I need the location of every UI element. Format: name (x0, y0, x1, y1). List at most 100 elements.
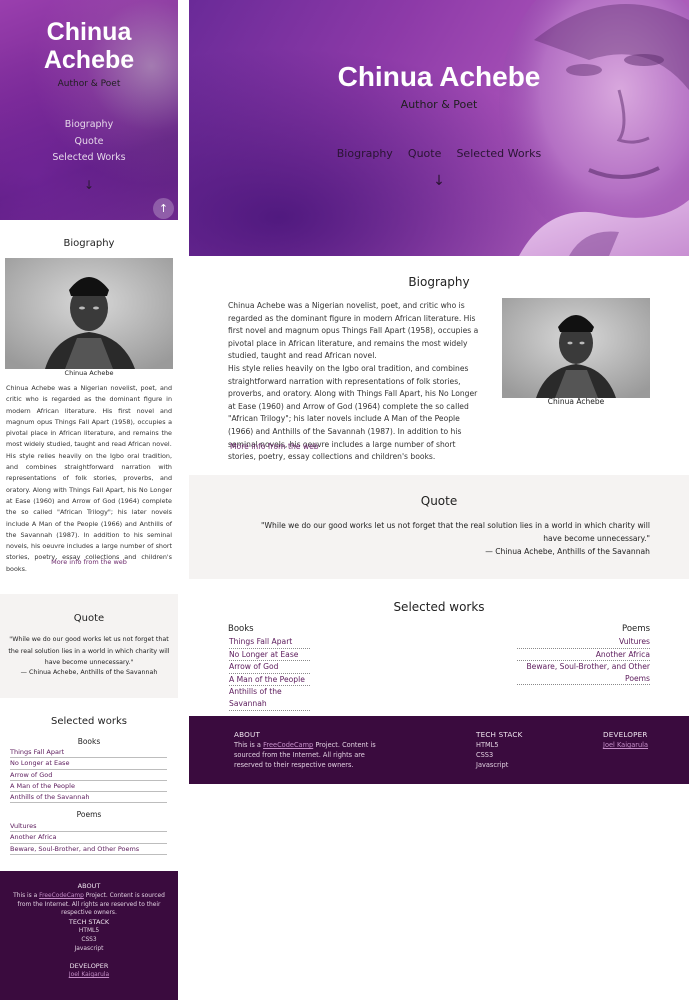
list-item: Vultures (10, 821, 167, 833)
tech-js: Javascript (476, 761, 509, 769)
mobile-poem-link[interactable]: Another Africa (10, 832, 167, 844)
mobile-poems-heading: Poems (76, 810, 102, 819)
mobile-books-list: Things Fall Apart No Longer at Ease Arro… (10, 747, 167, 804)
back-to-top-icon[interactable]: ↑ (153, 198, 174, 219)
site-subtitle: Author & Poet (400, 98, 478, 111)
mobile-site-title: Chinua Achebe (43, 18, 135, 74)
list-item: A Man of the People (10, 781, 167, 793)
footer-about-text: This is a FreeCodeCamp Project. Content … (234, 740, 394, 770)
mobile-poem-link[interactable]: Beware, Soul-Brother, and Other Poems (10, 844, 167, 855)
mobile-footer-tech-heading: TECH STACK (68, 918, 110, 926)
desktop-preview: Chinua Achebe Author & Poet Biography Qu… (189, 0, 689, 1000)
mobile-book-link[interactable]: No Longer at Ease (10, 758, 167, 770)
portrait-photo (502, 298, 650, 398)
book-link[interactable]: No Longer at Ease (229, 649, 310, 662)
hero-portrait-illustration (499, 0, 689, 256)
list-item: No Longer at Ease (229, 649, 310, 662)
nav-selected-works[interactable]: Selected Works (456, 147, 541, 160)
book-link[interactable]: Things Fall Apart (229, 636, 310, 649)
book-link[interactable]: Anthills of the Savannah (229, 686, 310, 711)
nav-biography[interactable]: Biography (337, 147, 393, 160)
photo-caption: Chinua Achebe (547, 397, 605, 406)
footer-about-heading: ABOUT (234, 730, 261, 739)
mobile-footer: ABOUT This is a FreeCodeCamp Project. Co… (0, 871, 178, 1000)
mobile-nav-selected-works[interactable]: Selected Works (0, 150, 178, 167)
more-info-link[interactable]: More info from the web (230, 442, 319, 451)
mobile-developer-link[interactable]: Joel Kaigarula (69, 972, 109, 978)
list-item: Another Africa (10, 832, 167, 844)
poem-link[interactable]: Another Africa (517, 649, 650, 662)
footer-about-prefix: This is a (13, 893, 40, 899)
mobile-quote-text: "While we do our good works let us not f… (8, 636, 170, 666)
mobile-photo-caption: Chinua Achebe (64, 369, 114, 377)
mobile-nav-quote[interactable]: Quote (0, 134, 178, 151)
book-link[interactable]: Arrow of God (229, 661, 310, 674)
mobile-tech-html: HTML5 (78, 928, 100, 934)
list-item: Anthills of the Savannah (229, 686, 310, 711)
mobile-book-link[interactable]: A Man of the People (10, 781, 167, 793)
mobile-bio-paragraph-1: Chinua Achebe was a Nigerian novelist, p… (6, 384, 172, 449)
quote-title: Quote (420, 494, 458, 508)
footer-dev: Joel Kaigarula (603, 740, 648, 750)
list-item: Anthills of the Savannah (10, 792, 167, 804)
mobile-tech-css: CSS3 (81, 937, 97, 943)
developer-link[interactable]: Joel Kaigarula (603, 741, 648, 749)
mobile-hero: Chinua Achebe Author & Poet Biography Qu… (0, 0, 178, 220)
list-item: Vultures (517, 636, 650, 649)
list-item: Arrow of God (229, 661, 310, 674)
mobile-poem-link[interactable]: Vultures (10, 821, 167, 833)
hero-section: Chinua Achebe Author & Poet Biography Qu… (189, 0, 689, 256)
books-heading: Books (228, 624, 254, 634)
list-item: No Longer at Ease (10, 758, 167, 770)
bio-paragraph-1: Chinua Achebe was a Nigerian novelist, p… (228, 301, 479, 361)
mobile-footer-dev: Joel Kaigarula (6, 971, 172, 980)
mobile-nav: Biography Quote Selected Works (0, 117, 178, 167)
mobile-down-arrow-icon[interactable]: ↓ (0, 178, 178, 192)
nav-quote[interactable]: Quote (408, 147, 441, 160)
quote-cite: — Chinua Achebe, Anthills of the Savanna… (485, 547, 650, 556)
main-nav: Biography Quote Selected Works (189, 142, 689, 161)
site-title: Chinua Achebe (337, 61, 541, 92)
mobile-quote-title: Quote (73, 613, 105, 624)
freecodecamp-link[interactable]: FreeCodeCamp (263, 741, 313, 749)
list-item: Beware, Soul-Brother, and Other Poems (517, 661, 650, 686)
quote-section: Quote "While we do our good works let us… (189, 475, 689, 579)
mobile-footer-about-heading: ABOUT (77, 882, 101, 890)
mobile-portrait-photo (5, 258, 173, 369)
mobile-book-link[interactable]: Arrow of God (10, 770, 167, 781)
footer-dev-heading: DEVELOPER (603, 730, 648, 739)
mobile-book-link[interactable]: Anthills of the Savannah (10, 792, 167, 804)
scroll-down-arrow-icon[interactable]: ↓ (189, 173, 689, 189)
list-item: Arrow of God (10, 770, 167, 781)
quote-text: "While we do our good works let us not f… (261, 521, 650, 543)
biography-text: Chinua Achebe was a Nigerian novelist, p… (228, 300, 484, 464)
mobile-biography-title: Biography (63, 238, 115, 249)
tech-html: HTML5 (476, 741, 499, 749)
list-item: Things Fall Apart (10, 747, 167, 759)
book-link[interactable]: A Man of the People (229, 674, 310, 687)
footer-about-prefix: This is a (234, 741, 264, 749)
footer-tech-heading: TECH STACK (476, 730, 523, 739)
mobile-tech-js: Javascript (74, 946, 104, 952)
mobile-works-title: Selected works (51, 716, 127, 727)
poem-link[interactable]: Vultures (517, 636, 650, 649)
mobile-poems-list: Vultures Another Africa Beware, Soul-Bro… (10, 821, 167, 855)
list-item: Another Africa (517, 649, 650, 662)
mobile-footer-about-text: This is a FreeCodeCamp Project. Content … (6, 892, 172, 918)
mobile-site-subtitle: Author & Poet (57, 79, 121, 89)
mobile-preview: Chinua Achebe Author & Poet Biography Qu… (0, 0, 178, 1000)
list-item: Beware, Soul-Brother, and Other Poems (10, 844, 167, 855)
biography-title: Biography (408, 275, 470, 289)
books-list: Things Fall Apart No Longer at Ease Arro… (229, 636, 310, 711)
mobile-freecodecamp-link[interactable]: FreeCodeCamp (39, 893, 84, 899)
mobile-book-link[interactable]: Things Fall Apart (10, 747, 167, 759)
selected-works-title: Selected works (393, 600, 485, 614)
mobile-more-info-link[interactable]: More info from the web (0, 558, 178, 566)
mobile-nav-biography[interactable]: Biography (0, 117, 178, 134)
footer: ABOUT This is a FreeCodeCamp Project. Co… (189, 716, 689, 784)
mobile-books-heading: Books (77, 737, 101, 746)
mobile-quote-cite: — Chinua Achebe, Anthills of the Savanna… (20, 669, 158, 676)
poem-link[interactable]: Beware, Soul-Brother, and Other Poems (517, 661, 650, 686)
list-item: A Man of the People (229, 674, 310, 687)
mobile-bio-paragraph-2: His style relies heavily on the Igbo ora… (6, 451, 172, 573)
